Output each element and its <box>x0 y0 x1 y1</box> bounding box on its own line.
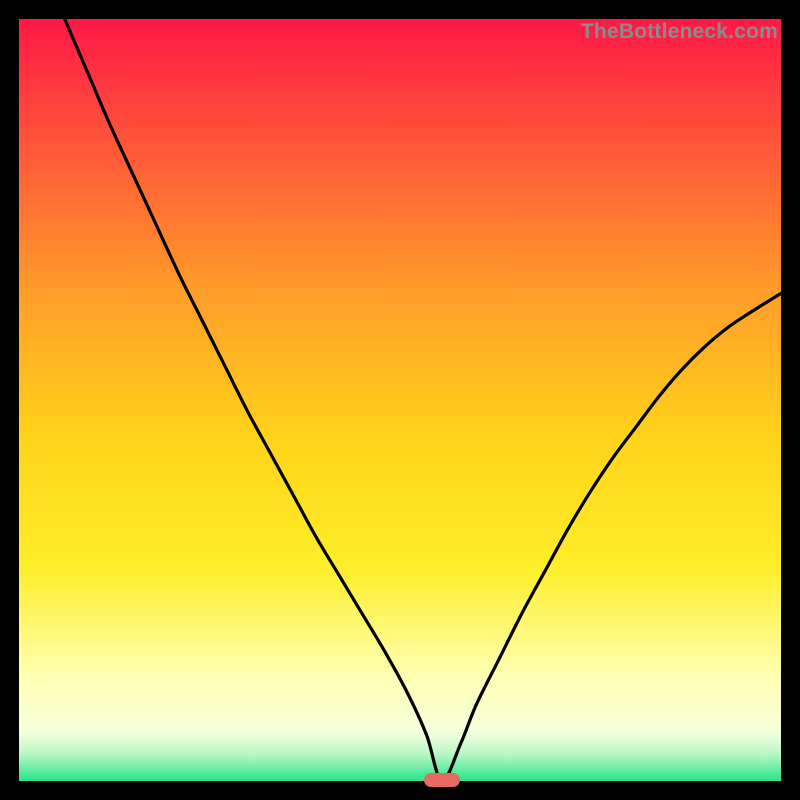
gradient-background <box>19 19 781 781</box>
optimal-marker <box>424 773 461 787</box>
chart-canvas <box>19 19 781 781</box>
plot-frame: TheBottleneck.com <box>19 19 781 781</box>
